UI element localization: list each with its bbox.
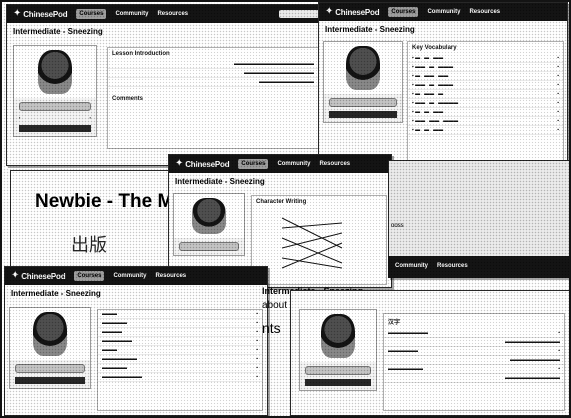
nav-item[interactable]: Resources: [157, 11, 188, 17]
page-title: Intermediate - Sneezing: [175, 177, 265, 186]
time-label: ▪: [19, 115, 21, 120]
nav-item[interactable]: Courses: [238, 159, 269, 169]
nav-item[interactable]: Resources: [155, 273, 186, 279]
writing-panel: Character Writing: [251, 195, 387, 285]
audio-player: [173, 193, 245, 256]
panel-title: Character Writing: [256, 199, 307, 205]
mascot-icon: ✦: [175, 158, 184, 169]
examples-panel: 汉字 ▬▬▬▬▬▬▬▬ ▪ ▬▬▬▬▬▬▬▬▬▬▬ ▬▬▬▬▬▬ ▪ ▬▬▬▬▬▬▬…: [383, 313, 565, 411]
comments-title: Comments: [112, 96, 144, 102]
progress-bar[interactable]: [305, 366, 371, 375]
top-nav: ✦ ChinesePod Courses Community Resources: [7, 5, 325, 23]
download-button[interactable]: [15, 377, 85, 384]
nav-item[interactable]: Resources: [319, 161, 350, 167]
progress-bar[interactable]: [329, 98, 397, 107]
character-image: 出版: [71, 235, 107, 256]
download-button[interactable]: [19, 125, 91, 132]
about-fragment: about: [262, 300, 288, 311]
audio-player: [9, 307, 91, 389]
screenshot-examples: 汉字 ▬▬▬▬▬▬▬▬ ▪ ▬▬▬▬▬▬▬▬▬▬▬ ▬▬▬▬▬▬ ▪ ▬▬▬▬▬▬▬…: [290, 290, 570, 416]
download-button[interactable]: [329, 111, 397, 118]
search-input[interactable]: [279, 10, 319, 18]
screenshot-lesson-intro: ✦ ChinesePod Courses Community Resources …: [6, 4, 326, 166]
mascot-icon: ✦: [13, 8, 22, 19]
volume-icon[interactable]: ▪: [90, 115, 91, 120]
audio-player: ▪ ▪: [13, 45, 97, 137]
page-title: Intermediate - Sneezing: [11, 289, 101, 298]
intro-panel: Lesson Introduction ▬▬▬▬▬▬▬▬▬▬▬▬▬▬▬▬ ▬▬▬…: [107, 47, 319, 149]
logo[interactable]: ✦ ChinesePod: [13, 8, 68, 19]
nav-item[interactable]: Community: [115, 11, 148, 17]
download-button[interactable]: [305, 379, 371, 386]
nav-item[interactable]: Courses: [388, 7, 419, 17]
mascot-icon: ✦: [11, 270, 20, 281]
top-nav: ✦ ChinesePod Courses Community Resources: [5, 267, 267, 285]
vocab-panel: Key Vocabulary ▪ ▬ ▬ ▬▬ ▪ ▪ ▬▬ ▬ ▬▬▬ ▪ ▪ ▬ ▬▬ ▬▬…: [407, 41, 564, 161]
nav-item[interactable]: Resources: [469, 9, 500, 15]
nav-item[interactable]: Community: [277, 161, 310, 167]
top-nav: ✦ ChinesePod Courses Community Resources: [319, 3, 567, 21]
tab-fragment: ooss: [391, 223, 404, 229]
screenshot-key-vocab: ✦ ChinesePod Courses Community Resources …: [318, 2, 568, 164]
page-title: Intermediate - Sneezing: [325, 25, 415, 34]
audio-player: [323, 41, 403, 123]
matching-lines: [281, 217, 343, 269]
panel-title: Key Vocabulary: [412, 45, 457, 51]
nav-item[interactable]: Courses: [76, 9, 107, 19]
nav-item[interactable]: Community: [395, 263, 428, 269]
ents-fragment: nts: [262, 320, 281, 336]
nav-item[interactable]: Community: [113, 273, 146, 279]
top-nav: ✦ ChinesePod Courses Community Resources: [169, 155, 391, 173]
vocab-heading: 汉字: [388, 320, 401, 326]
screenshot-lesson-list: ✦ ChinesePod Courses Community Resources …: [4, 266, 268, 416]
audio-player: [299, 309, 377, 391]
nav-item[interactable]: Courses: [74, 271, 105, 281]
page-title: Intermediate - Sneezing: [13, 27, 103, 36]
nav-item[interactable]: Resources: [437, 263, 468, 269]
mascot-icon: ✦: [325, 6, 334, 17]
nav-item[interactable]: Community: [427, 9, 460, 15]
screenshot-nav-strip: Community Resources: [388, 256, 570, 278]
progress-bar[interactable]: [15, 364, 85, 373]
list-panel: ▬▬▬ ▪ ▬▬▬▬▬ ▪ ▬▬▬▬ ▪ ▬▬▬▬▬▬ ▪ ▬▬▬ ▪ ▬▬▬▬▬▬▬ ▪ …: [97, 309, 263, 411]
progress-bar[interactable]: [179, 242, 239, 251]
progress-bar[interactable]: [19, 102, 91, 111]
lesson-image: [14, 46, 96, 98]
panel-title: Lesson Introduction: [112, 51, 170, 57]
